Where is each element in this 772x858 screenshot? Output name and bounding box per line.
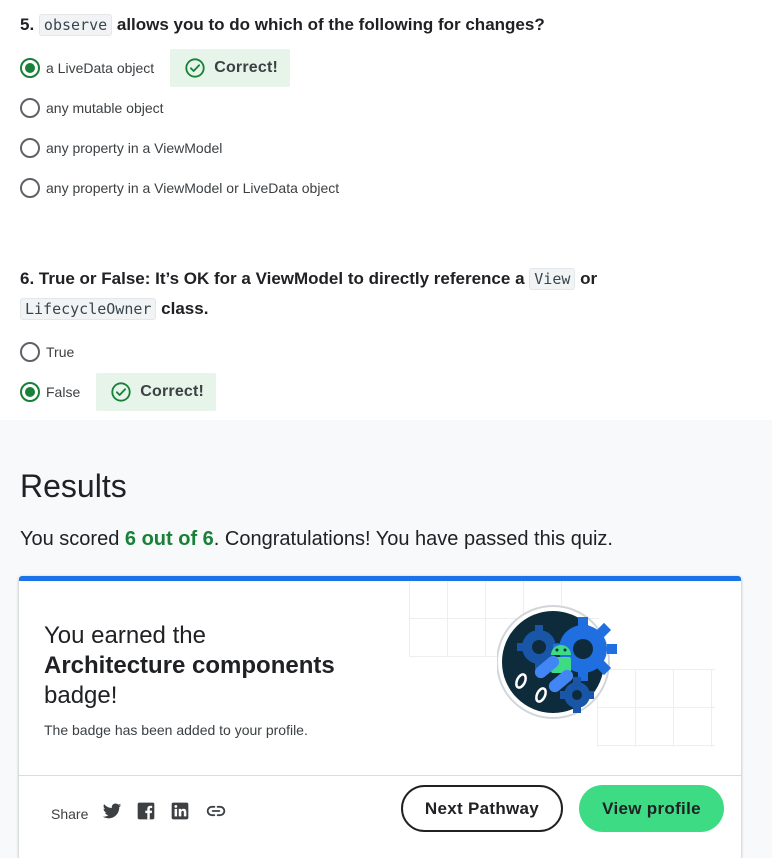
code-snippet: observe <box>38 14 113 36</box>
radio-unchecked[interactable] <box>20 98 40 118</box>
badge-card: You earned the Architecture components b… <box>19 576 741 858</box>
linkedin-icon[interactable] <box>170 801 190 821</box>
badge-added-text: The badge has been added to your profile… <box>44 722 308 738</box>
twitter-icon[interactable] <box>102 801 122 821</box>
radio-checked[interactable] <box>20 58 40 78</box>
answer-option[interactable]: False Correct! <box>20 372 217 412</box>
question-5: 5. observe allows you to do which of the… <box>20 10 760 198</box>
answer-option[interactable]: a LiveData object Correct! <box>20 48 291 88</box>
code-snippet: LifecycleOwner <box>20 298 157 320</box>
answer-option[interactable]: any property in a ViewModel or LiveData … <box>20 168 339 208</box>
share-label: Share <box>51 806 89 822</box>
radio-checked[interactable] <box>20 382 40 402</box>
link-icon[interactable] <box>205 801 227 821</box>
code-snippet: View <box>529 268 576 290</box>
architecture-badge-icon <box>497 605 617 719</box>
score-line: You scored 6 out of 6. Congratulations! … <box>20 528 613 550</box>
correct-feedback: Correct! <box>96 373 217 411</box>
check-circle-icon <box>185 58 205 78</box>
badge-name: Architecture components <box>44 652 335 679</box>
radio-unchecked[interactable] <box>20 342 40 362</box>
view-profile-button[interactable]: View profile <box>579 785 724 832</box>
question-title: 5. observe allows you to do which of the… <box>20 14 545 36</box>
radio-unchecked[interactable] <box>20 178 40 198</box>
card-footer: Share Next Pathway View profile <box>19 775 741 858</box>
question-6: 6. True or False: It’s OK for a ViewMode… <box>20 264 760 411</box>
next-pathway-button[interactable]: Next Pathway <box>401 785 563 832</box>
answer-option[interactable]: any mutable object <box>20 88 164 128</box>
results-section: Results You scored 6 out of 6. Congratul… <box>0 420 772 858</box>
answer-option[interactable]: True <box>20 332 74 372</box>
correct-feedback: Correct! <box>170 49 291 87</box>
score-value: 6 out of 6 <box>124 528 214 550</box>
radio-unchecked[interactable] <box>20 138 40 158</box>
question-title: 6. True or False: It’s OK for a ViewMode… <box>20 268 598 320</box>
answer-option[interactable]: any property in a ViewModel <box>20 128 222 168</box>
results-title: Results <box>20 468 127 504</box>
earned-heading: You earned the Architecture components b… <box>44 622 335 709</box>
facebook-icon[interactable] <box>136 801 156 821</box>
check-circle-icon <box>111 382 131 402</box>
